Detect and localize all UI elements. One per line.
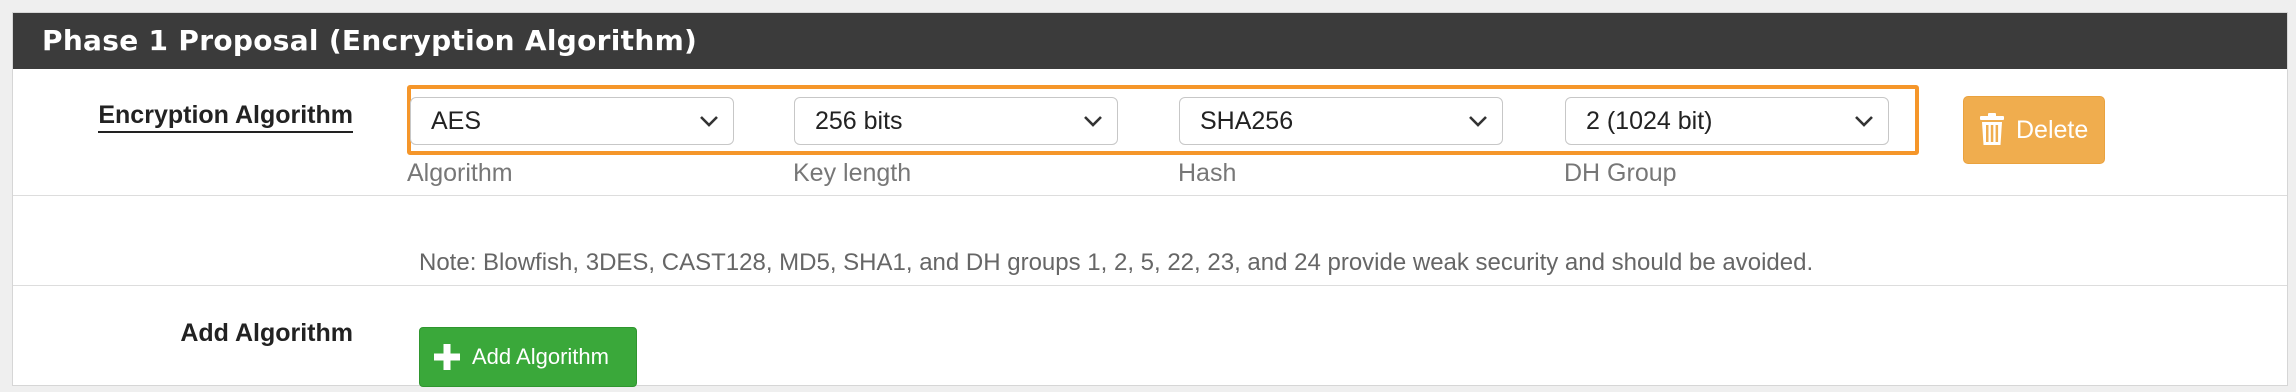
row-divider: [13, 285, 2287, 286]
hash-select[interactable]: SHA256: [1179, 97, 1503, 145]
plus-icon: [434, 344, 460, 370]
chevron-down-icon: [1084, 116, 1102, 127]
encryption-algorithm-label: Encryption Algorithm: [33, 101, 353, 133]
key-length-select-value: 256 bits: [815, 107, 903, 135]
key-length-help: Key length: [793, 159, 912, 187]
trash-icon: [1980, 113, 2004, 145]
chevron-down-icon: [1855, 116, 1873, 127]
hash-select-value: SHA256: [1200, 107, 1294, 135]
phase1-proposal-panel: Phase 1 Proposal (Encryption Algorithm) …: [12, 12, 2288, 387]
delete-button-label: Delete: [2016, 115, 2089, 144]
chevron-down-icon: [700, 116, 718, 127]
algorithm-select-value: AES: [431, 107, 482, 135]
dh-group-select-value: 2 (1024 bit): [1586, 107, 1713, 135]
key-length-select[interactable]: 256 bits: [794, 97, 1118, 145]
algorithm-select[interactable]: AES: [410, 97, 734, 145]
chevron-down-icon: [1469, 116, 1487, 127]
delete-button[interactable]: Delete: [1963, 96, 2105, 164]
add-algorithm-button-label: Add Algorithm: [472, 344, 609, 369]
weak-security-note: Note: Blowfish, 3DES, CAST128, MD5, SHA1…: [419, 249, 1814, 276]
row-divider: [13, 195, 2287, 196]
encryption-algorithm-label-text: Encryption Algorithm: [98, 101, 353, 133]
dh-group-help: DH Group: [1564, 159, 1677, 187]
algorithm-help: Algorithm: [407, 159, 513, 187]
hash-help: Hash: [1178, 159, 1237, 187]
panel-heading: Phase 1 Proposal (Encryption Algorithm): [13, 13, 2287, 69]
dh-group-select[interactable]: 2 (1024 bit): [1565, 97, 1889, 145]
add-algorithm-button[interactable]: Add Algorithm: [419, 327, 637, 387]
add-algorithm-label: Add Algorithm: [180, 319, 353, 347]
